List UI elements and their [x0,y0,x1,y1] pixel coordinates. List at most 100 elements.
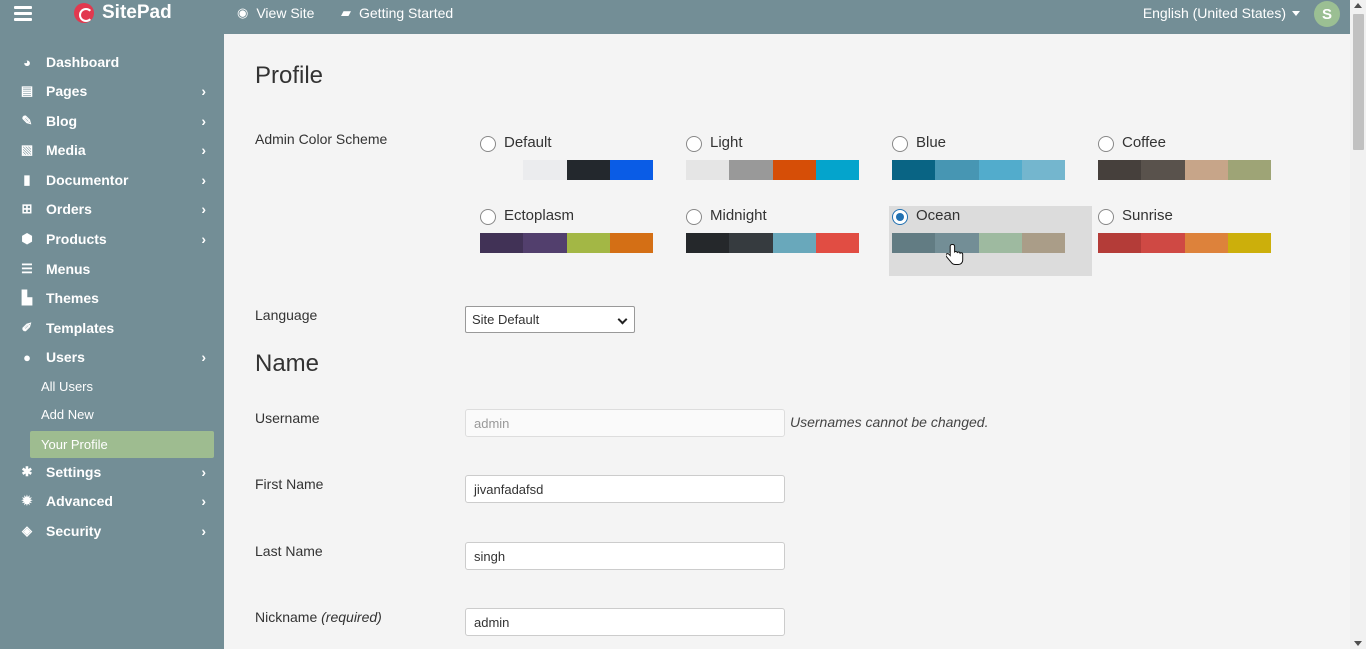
nickname-required-text: (required) [321,609,382,625]
shield-icon: ◈ [22,523,32,538]
color-scheme-name: Coffee [1122,134,1166,151]
gear-icon: ✹ [21,493,33,508]
color-swatches [480,160,653,180]
first-name-field[interactable]: jivanfadafsd [465,475,785,503]
color-scheme-radio[interactable] [1098,136,1114,152]
color-swatches [1098,233,1271,253]
color-scheme-name: Midnight [710,207,767,224]
chevron-right-icon: › [201,464,206,480]
color-swatch [772,233,816,253]
color-swatch [480,233,524,253]
sidebar-subitem-your-profile[interactable]: Your Profile [30,431,214,458]
view-site-link[interactable]: ◉ View Site [237,5,314,21]
username-field[interactable]: admin [465,409,785,437]
sidebar-item-label: Advanced [46,493,113,509]
sidebar-item-label: Security [46,523,102,539]
color-scheme-name: Ectoplasm [504,207,575,224]
color-swatch [729,233,773,253]
sidebar-item-label: Products [46,231,107,247]
color-scheme-radio[interactable] [686,209,702,225]
hand-cursor-icon [946,244,964,265]
sidebar-subitem-add-new[interactable]: Add New [30,401,214,428]
chevron-right-icon: › [201,83,206,99]
pages-icon: ▤ [20,83,34,98]
sidebar-item-products[interactable]: ⬢ Products › [0,225,224,253]
color-swatches [1098,160,1271,180]
user-icon: ● [23,349,31,365]
language-field-label: Language [255,307,318,323]
color-swatches [480,233,653,253]
color-swatch [609,160,653,180]
color-scheme-sunrise[interactable]: Sunrise [1095,206,1298,276]
color-scheme-radio[interactable] [1098,209,1114,225]
sidebar-item-documentor[interactable]: ▮ Documentor › [0,166,224,194]
color-swatch [1184,233,1228,253]
sidebar-item-users[interactable]: ● Users › [0,343,224,371]
getting-started-link[interactable]: ▰ Getting Started [341,5,453,21]
color-scheme-name: Sunrise [1122,207,1173,224]
color-swatches [686,160,859,180]
language-select[interactable]: Site Default [465,306,635,333]
color-scheme-midnight[interactable]: Midnight [683,206,886,276]
color-scheme-radio[interactable] [686,136,702,152]
language-dropdown[interactable]: English (United States) [1143,5,1300,21]
paintbrush-icon: ✐ [21,320,33,335]
sidebar-item-themes[interactable]: ▙ Themes [0,284,224,312]
sidebar-item-pages[interactable]: ▤ Pages › [0,77,224,105]
brand[interactable]: SitePad [74,2,172,24]
pin-icon: ✎ [21,113,33,128]
sidebar-item-label: Documentor [46,172,129,188]
color-swatch [772,160,816,180]
settings-icon: ✱ [21,464,33,479]
box-icon: ⬢ [21,231,33,246]
brand-name: SitePad [102,2,172,23]
color-swatch [1021,160,1065,180]
scroll-thumb[interactable] [1353,14,1364,150]
sidebar-item-advanced[interactable]: ✹ Advanced › [0,487,224,515]
sidebar-item-templates[interactable]: ✐ Templates [0,314,224,342]
color-swatches [892,160,1065,180]
color-swatch [686,160,730,180]
color-scheme-ocean[interactable]: Ocean [889,206,1092,276]
color-scheme-radio[interactable] [892,136,908,152]
sidebar-item-security[interactable]: ◈ Security › [0,517,224,545]
sidebar-item-dashboard[interactable]: ◕ Dashboard [0,48,224,76]
color-swatch [523,233,567,253]
chevron-right-icon: › [201,113,206,129]
sidebar-subitem-all-users[interactable]: All Users [30,373,214,400]
language-label: English (United States) [1142,5,1286,21]
hamburger-menu-icon[interactable] [14,6,32,21]
color-scheme-ectoplasm[interactable]: Ectoplasm [477,206,680,276]
color-scheme-blue[interactable]: Blue [889,133,1092,203]
color-swatch [978,233,1022,253]
color-swatch [729,160,773,180]
color-scheme-name: Default [504,134,552,151]
sitepad-logo-icon [74,3,94,23]
sidebar-item-settings[interactable]: ✱ Settings › [0,458,224,486]
scroll-up-icon[interactable] [1354,3,1362,8]
nickname-field[interactable]: admin [465,608,785,636]
chevron-right-icon: › [201,201,206,217]
color-swatch [815,160,859,180]
sidebar-item-menus[interactable]: ☰ Menus [0,255,224,283]
last-name-field[interactable]: singh [465,542,785,570]
color-scheme-radio[interactable] [480,136,496,152]
color-swatch [1141,233,1185,253]
sidebar-item-label: Menus [46,261,91,277]
sidebar-item-blog[interactable]: ✎ Blog › [0,107,224,135]
color-swatches [686,233,859,253]
sidebar-item-orders[interactable]: ⊞ Orders › [0,195,224,223]
color-scheme-default[interactable]: Default [477,133,680,203]
sidebar-item-label: Media [46,142,86,158]
color-swatch [892,233,936,253]
avatar[interactable]: S [1314,1,1340,27]
color-scheme-radio[interactable] [480,209,496,225]
color-scheme-coffee[interactable]: Coffee [1095,133,1298,203]
page-scrollbar[interactable] [1350,0,1366,649]
color-scheme-light[interactable]: Light [683,133,886,203]
sidebar-item-media[interactable]: ▧ Media › [0,136,224,164]
chevron-right-icon: › [201,231,206,247]
scroll-down-icon[interactable] [1354,641,1362,646]
page-title: Profile [255,62,324,89]
color-scheme-radio[interactable] [892,209,908,225]
